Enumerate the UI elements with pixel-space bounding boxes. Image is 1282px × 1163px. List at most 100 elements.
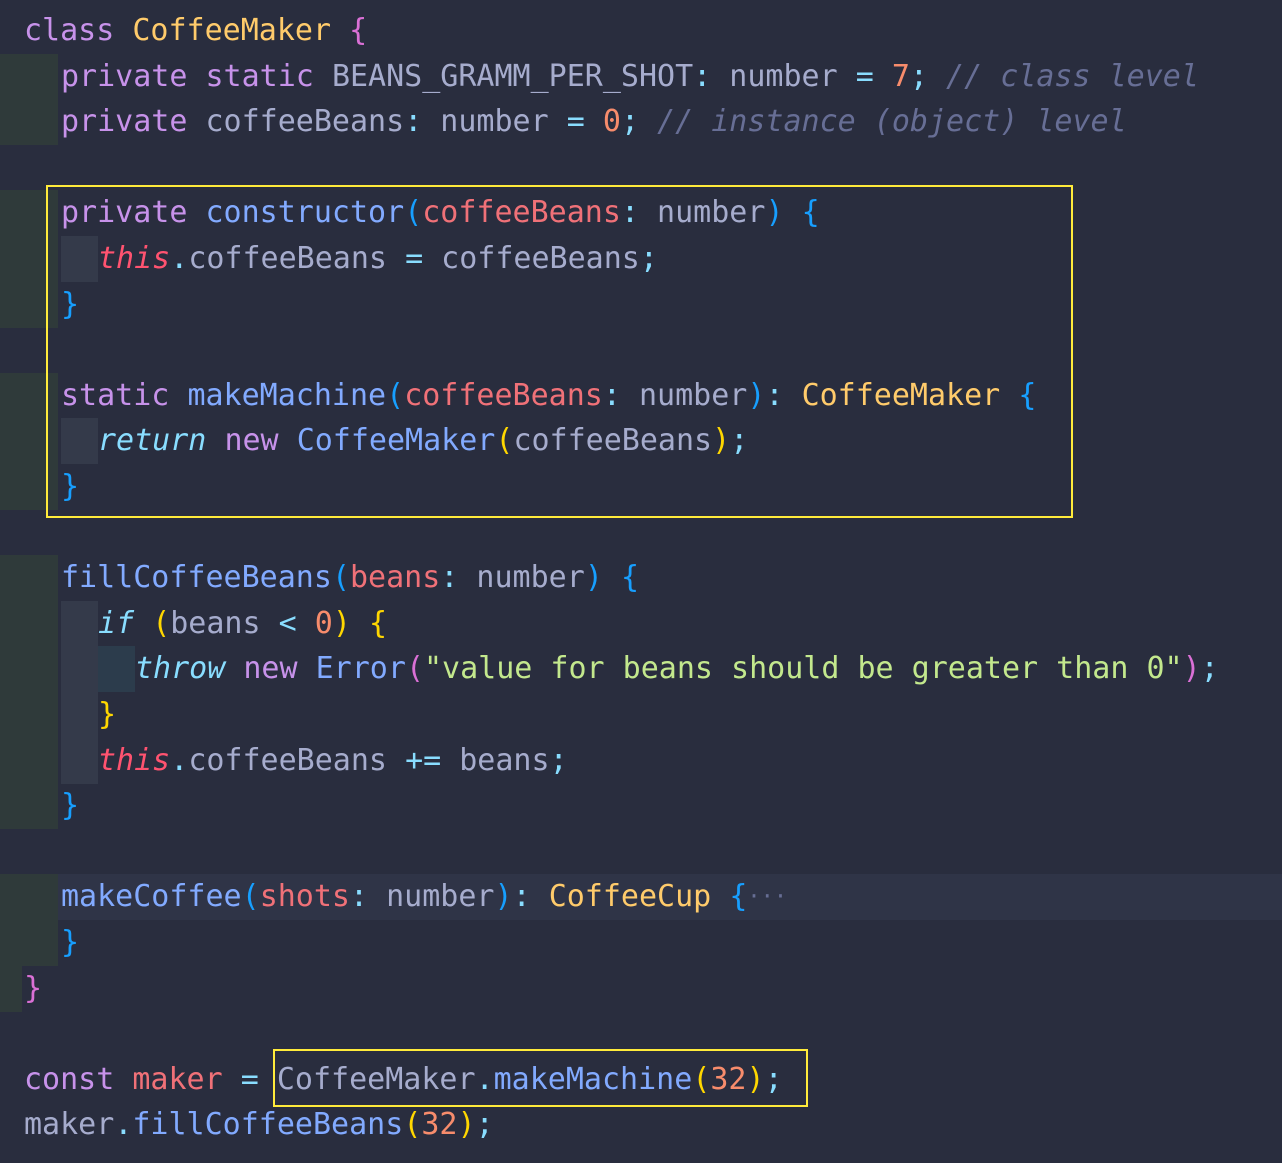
code-line[interactable]: const maker = CoffeeMaker.makeMachine(32… [0, 1057, 1282, 1103]
code-token: BEANS_GRAMM_PER_SHOT [331, 58, 694, 94]
code-token: : [440, 560, 459, 596]
code-line[interactable]: if (beans < 0) { [0, 600, 1282, 647]
code-line[interactable]: static makeMachine(coffeeBeans: number):… [0, 372, 1282, 419]
code-line[interactable] [0, 829, 1282, 875]
code-line[interactable]: private coffeeBeans: number = 0; // inst… [0, 99, 1282, 146]
code-line[interactable]: private constructor(coffeeBeans: number)… [0, 190, 1282, 237]
code-line[interactable]: maker.fillCoffeeBeans(32); [0, 1102, 1282, 1148]
code-line[interactable]: } [0, 464, 1282, 510]
code-token: ( [404, 195, 423, 231]
code-token: coffeeBeans [513, 423, 713, 459]
code-token: . [170, 742, 189, 778]
code-token: ( [405, 651, 424, 687]
code-token: ) [332, 605, 351, 641]
code-token: ( [331, 560, 350, 596]
change-indicator [0, 692, 58, 738]
code-token: ( [241, 879, 260, 915]
code-text: private constructor(coffeeBeans: number)… [61, 190, 820, 236]
change-indicator [0, 965, 22, 1012]
code-line[interactable] [0, 510, 1282, 556]
code-token: fillCoffeeBeans [61, 560, 332, 596]
code-token: { [801, 195, 820, 231]
code-token: Error [315, 651, 406, 687]
code-token: static [205, 58, 314, 94]
code-token: { [620, 560, 639, 596]
code-token: // instance (object) level [657, 104, 1127, 140]
code-line[interactable]: this.coffeeBeans = coffeeBeans; [0, 236, 1282, 282]
code-token: makeMachine [187, 377, 387, 413]
code-line[interactable]: } [0, 965, 1282, 1012]
code-token: = [566, 104, 585, 140]
code-token: new [224, 423, 279, 459]
code-token: return [98, 423, 207, 459]
code-token: CoffeeMaker [801, 377, 1001, 413]
code-token: } [61, 469, 80, 504]
code-token: CoffeeCup [548, 879, 712, 915]
code-line[interactable]: private static BEANS_GRAMM_PER_SHOT: num… [0, 53, 1282, 100]
code-token: const [24, 1061, 115, 1097]
code-line[interactable]: this.coffeeBeans += beans; [0, 737, 1282, 784]
code-line[interactable]: } [0, 920, 1282, 966]
code-text: private static BEANS_GRAMM_PER_SHOT: num… [61, 54, 1199, 100]
code-token: 7 [891, 58, 910, 94]
code-token: { [368, 605, 387, 641]
code-line[interactable]: return new CoffeeMaker(coffeeBeans); [0, 418, 1282, 465]
code-token: ( [152, 605, 171, 641]
code-token: coffeeBeans [205, 104, 405, 140]
code-line[interactable] [0, 145, 1282, 191]
code-token: ; [730, 423, 749, 459]
code-token: ; [764, 1061, 783, 1097]
change-indicator [0, 236, 58, 282]
code-token: 0 [314, 605, 333, 641]
code-token: private [61, 104, 188, 140]
code-line[interactable]: } [0, 692, 1282, 738]
code-line[interactable]: makeCoffee(shots: number): CoffeeCup {··… [0, 874, 1282, 921]
code-token: private [61, 195, 188, 231]
code-line[interactable] [0, 327, 1282, 373]
change-indicator [0, 372, 58, 419]
code-token: . [114, 1107, 133, 1143]
code-token: CoffeeMaker [132, 13, 332, 48]
code-line[interactable]: class CoffeeMaker { [0, 8, 1282, 54]
change-indicator [0, 281, 58, 328]
code-token: : [404, 104, 423, 140]
fold-ellipsis-icon[interactable]: ··· [747, 885, 787, 910]
code-token: : [602, 377, 621, 413]
code-token: maker [132, 1061, 223, 1097]
change-indicator [0, 53, 58, 100]
indent-guide [61, 646, 98, 693]
code-token: beans [170, 605, 279, 641]
code-token: = [855, 58, 874, 94]
code-token: class [24, 13, 115, 48]
code-token: ( [403, 1107, 422, 1143]
code-line[interactable] [0, 1011, 1282, 1057]
code-line[interactable]: } [0, 783, 1282, 830]
code-token: maker [24, 1107, 115, 1143]
code-token: shots [259, 879, 350, 915]
code-token: { [1018, 377, 1037, 413]
code-token: ) [457, 1107, 476, 1143]
code-line[interactable]: throw new Error("value for beans should … [0, 646, 1282, 693]
code-token: . [170, 241, 189, 276]
code-token: 32 [710, 1061, 747, 1097]
code-editor[interactable]: class CoffeeMaker {private static BEANS_… [0, 0, 1282, 1163]
code-token: ) [1182, 651, 1201, 687]
code-token: 0 [602, 104, 621, 140]
code-line[interactable]: fillCoffeeBeans(beans: number) { [0, 555, 1282, 602]
code-line[interactable]: } [0, 281, 1282, 328]
code-token: fillCoffeeBeans [132, 1107, 404, 1143]
code-token: ; [620, 104, 639, 140]
change-indicator [0, 737, 58, 784]
code-token: ; [549, 742, 568, 778]
